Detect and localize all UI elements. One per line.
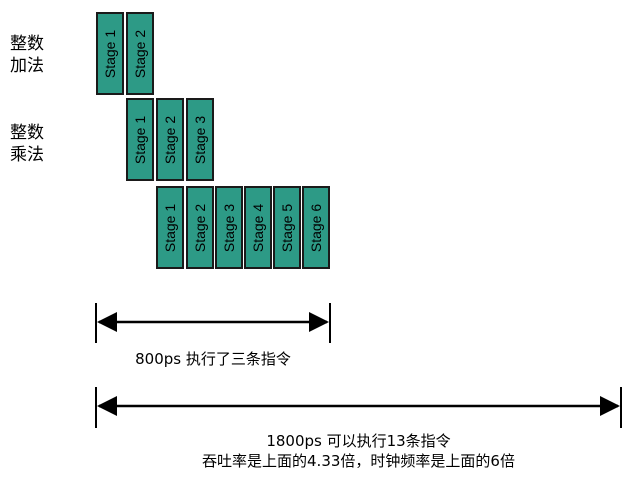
measure-bottom-caption-line2: 吞吐率是上面的4.33倍，时钟频率是上面的6倍 bbox=[202, 452, 515, 470]
measure-top-caption: 800ps 执行了三条指令 bbox=[135, 350, 291, 368]
measure-bottom-caption-line1: 1800ps 可以执行13条指令 bbox=[266, 432, 451, 450]
measurement-arrows bbox=[95, 303, 622, 428]
